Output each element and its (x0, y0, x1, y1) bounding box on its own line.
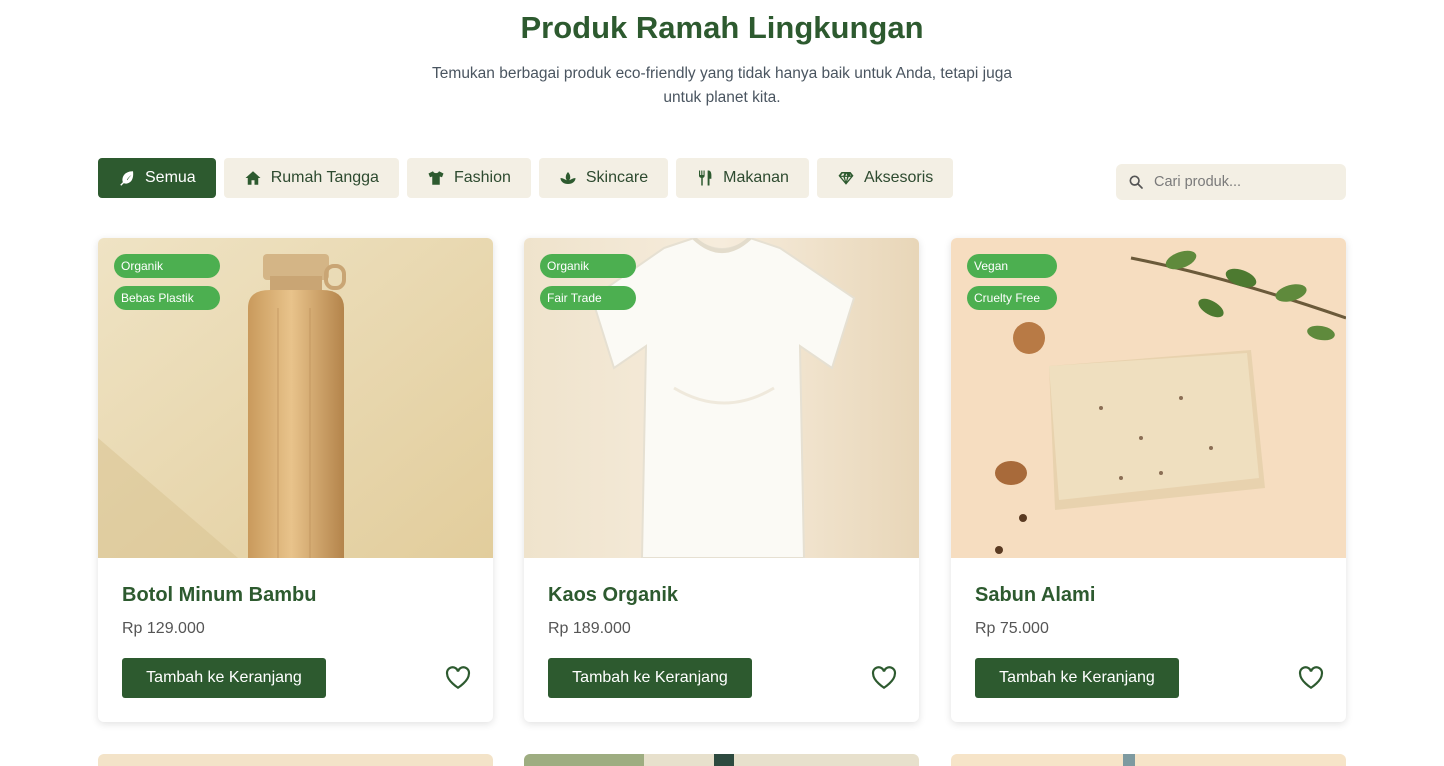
filter-rumah-tangga[interactable]: Rumah Tangga (223, 158, 399, 198)
filter-semua[interactable]: Semua (98, 158, 216, 198)
gem-icon (838, 172, 854, 185)
leaf-icon (120, 171, 134, 186)
tag-badge: Organik (114, 254, 220, 278)
natural-soap-image[interactable]: Vegan Cruelty Free (951, 238, 1346, 558)
tag-badge: Organik (540, 254, 636, 278)
white-tshirt-image[interactable]: Organik Fair Trade (524, 238, 919, 558)
product-tags: Vegan Cruelty Free (967, 254, 1057, 310)
product-card-partial (524, 754, 919, 766)
heart-icon[interactable] (871, 666, 897, 690)
home-icon (245, 171, 261, 185)
page-subtitle: Temukan berbagai produk eco-friendly yan… (432, 65, 1012, 106)
filter-label: Aksesoris (863, 169, 934, 186)
product-card: Organik Fair Trade Kaos Organik Rp 189.0… (524, 238, 919, 722)
filter-label: Semua (145, 169, 196, 186)
spa-icon (560, 172, 576, 184)
filter-label: Rumah Tangga (270, 169, 379, 186)
shirt-icon (428, 171, 444, 185)
product-card: Organik Bebas Plastik Botol Minum Bambu … (98, 238, 493, 722)
product-price: Rp 129.000 (122, 620, 205, 637)
product-card-partial (98, 754, 493, 766)
product-tags: Organik Fair Trade (540, 254, 636, 310)
filter-makanan[interactable]: Makanan (676, 158, 809, 198)
add-to-cart-button[interactable]: Tambah ke Keranjang (122, 658, 326, 698)
filter-label: Makanan (723, 169, 789, 186)
product-price: Rp 75.000 (975, 620, 1049, 637)
filter-fashion[interactable]: Fashion (406, 158, 531, 198)
filter-skincare[interactable]: Skincare (538, 158, 669, 198)
product-card-partial (951, 754, 1346, 766)
search-icon (1129, 175, 1143, 189)
page-title: Produk Ramah Lingkungan (520, 10, 924, 45)
tag-badge: Bebas Plastik (114, 286, 220, 310)
add-to-cart-button[interactable]: Tambah ke Keranjang (975, 658, 1179, 698)
tag-badge: Fair Trade (540, 286, 636, 310)
product-name[interactable]: Kaos Organik (548, 584, 678, 607)
filter-aksesoris[interactable]: Aksesoris (816, 158, 954, 198)
product-name[interactable]: Botol Minum Bambu (122, 584, 316, 607)
heart-icon[interactable] (445, 666, 471, 690)
tag-badge: Vegan (967, 254, 1057, 278)
search-input[interactable] (1154, 174, 1334, 190)
filter-label: Skincare (585, 169, 649, 186)
utensils-icon (699, 170, 712, 186)
add-to-cart-button[interactable]: Tambah ke Keranjang (548, 658, 752, 698)
heart-icon[interactable] (1298, 666, 1324, 690)
category-filters: Semua Rumah Tangga Fashion Skincare Maka… (98, 158, 954, 198)
search-box[interactable] (1116, 164, 1346, 200)
bamboo-bottle-image[interactable]: Organik Bebas Plastik (98, 238, 493, 558)
product-name[interactable]: Sabun Alami (975, 584, 1095, 607)
product-price: Rp 189.000 (548, 620, 631, 637)
product-card: Vegan Cruelty Free Sabun Alami Rp 75.000… (951, 238, 1346, 722)
product-tags: Organik Bebas Plastik (114, 254, 220, 310)
filter-label: Fashion (453, 169, 511, 186)
tag-badge: Cruelty Free (967, 286, 1057, 310)
